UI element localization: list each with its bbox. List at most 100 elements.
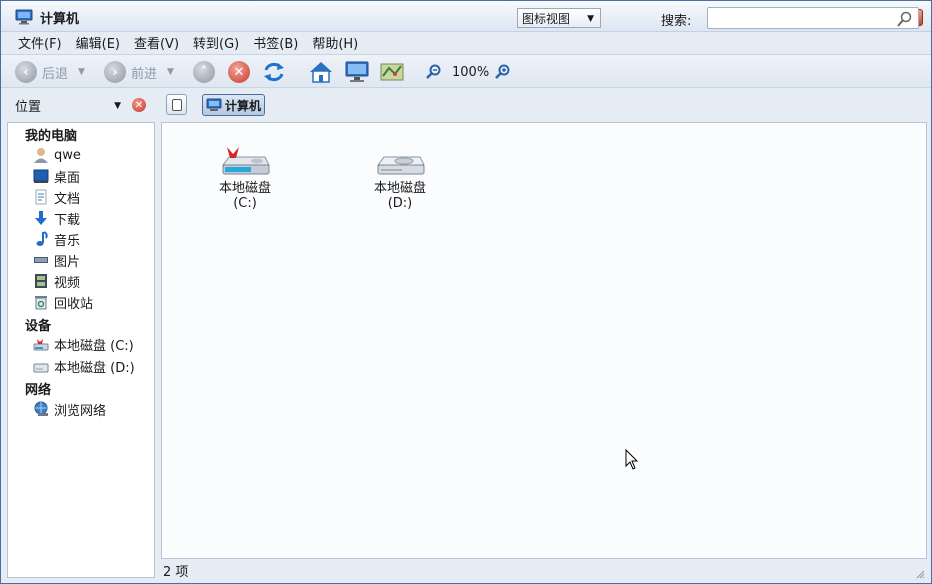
drive-c-item[interactable]: 本地磁盘 (C:) bbox=[200, 145, 290, 211]
breadcrumb-label: 计算机 bbox=[225, 98, 262, 113]
sidebar-heading-my-computer: 我的电脑 bbox=[25, 129, 78, 144]
sidebar-item-label: 桌面 bbox=[54, 170, 81, 186]
sidebar-item-videos[interactable]: 视频 bbox=[33, 271, 80, 291]
menu-bookmarks[interactable]: 书签(B) bbox=[246, 33, 305, 52]
chevron-down-icon: ▼ bbox=[114, 101, 121, 111]
reload-icon bbox=[264, 62, 284, 82]
sidebar-item-downloads[interactable]: 下载 bbox=[33, 208, 80, 228]
sidebar-item-label: 文档 bbox=[54, 191, 81, 207]
menu-edit[interactable]: 编辑(E) bbox=[69, 33, 127, 52]
drive-letter: (D:) bbox=[387, 196, 413, 211]
menu-help[interactable]: 帮助(H) bbox=[305, 33, 365, 52]
menu-view[interactable]: 查看(V) bbox=[127, 33, 186, 52]
back-arrow-icon: ‹ bbox=[15, 61, 37, 83]
network-globe-icon bbox=[34, 401, 48, 416]
search-icon[interactable] bbox=[897, 11, 913, 27]
chevron-down-icon: ▼ bbox=[587, 14, 594, 24]
up-button[interactable]: ˄ bbox=[193, 60, 215, 84]
resize-grip-icon[interactable] bbox=[915, 569, 925, 579]
hard-drive-icon bbox=[33, 363, 49, 373]
system-drive-icon bbox=[222, 147, 270, 175]
trash-icon bbox=[35, 296, 47, 310]
search-label: 搜索: bbox=[661, 14, 692, 29]
music-note-icon bbox=[36, 231, 48, 246]
computer-icon bbox=[15, 9, 33, 25]
forward-button[interactable]: › 前进 ▼ bbox=[104, 60, 174, 84]
back-label: 后退 bbox=[42, 66, 69, 82]
status-item-count: 2 项 bbox=[163, 565, 189, 580]
sidebar-item-label: 视频 bbox=[54, 275, 81, 291]
computer-button[interactable] bbox=[345, 60, 369, 84]
sidebar-item-trash[interactable]: 回收站 bbox=[33, 292, 93, 312]
file-manager-window: 计算机 ✕ 文件(F) 编辑(E) 查看(V) 转到(G) 书签(B) 帮助(H… bbox=[0, 0, 932, 584]
zoom-in-icon bbox=[495, 64, 510, 79]
sidebar-item-drive-d[interactable]: 本地磁盘 (D:) bbox=[33, 356, 135, 376]
search-input[interactable] bbox=[707, 7, 919, 29]
page-icon bbox=[172, 99, 182, 111]
view-mode-select[interactable]: 图标视图 ▼ bbox=[517, 8, 601, 28]
sidebar-item-label: 下载 bbox=[54, 212, 81, 228]
computer-icon bbox=[345, 61, 369, 82]
film-icon bbox=[35, 274, 47, 288]
sidebar-item-label: 图片 bbox=[54, 254, 81, 270]
desktop-icon bbox=[33, 169, 49, 183]
network-map-icon bbox=[380, 63, 404, 81]
drive-name: 本地磁盘 bbox=[218, 181, 271, 196]
mouse-cursor-icon bbox=[625, 449, 639, 470]
home-button[interactable] bbox=[309, 60, 333, 84]
back-dropdown-icon[interactable]: ▼ bbox=[78, 67, 85, 77]
sidebar: 我的电脑 qwe 桌面 文档 下载 音乐 图片 视频 回收站 设备 本地磁盘 (… bbox=[7, 122, 155, 578]
toggle-location-button[interactable] bbox=[166, 94, 187, 115]
drive-letter: (C:) bbox=[233, 196, 257, 211]
back-button[interactable]: ‹ 后退 ▼ bbox=[15, 60, 85, 84]
sidebar-item-browse-network[interactable]: 浏览网络 bbox=[33, 399, 106, 419]
sidebar-item-label: 音乐 bbox=[54, 233, 81, 249]
sidebar-item-home[interactable]: qwe bbox=[33, 145, 81, 165]
zoom-out-icon bbox=[426, 64, 441, 79]
sidebar-item-label: 回收站 bbox=[54, 296, 94, 312]
file-view[interactable]: 本地磁盘 (C:) 本地磁盘 (D:) bbox=[161, 122, 927, 559]
menu-file[interactable]: 文件(F) bbox=[11, 33, 69, 52]
picture-icon bbox=[34, 257, 48, 263]
document-icon bbox=[35, 189, 47, 205]
view-mode-value: 图标视图 bbox=[522, 11, 571, 26]
sidebar-heading-network: 网络 bbox=[25, 383, 52, 398]
menu-bar: 文件(F) 编辑(E) 查看(V) 转到(G) 书签(B) 帮助(H) bbox=[1, 32, 931, 52]
forward-dropdown-icon[interactable]: ▼ bbox=[167, 67, 174, 77]
up-arrow-icon: ˄ bbox=[193, 61, 215, 83]
stop-button[interactable]: ✕ bbox=[228, 60, 250, 84]
sidebar-item-drive-c[interactable]: 本地磁盘 (C:) bbox=[33, 334, 134, 354]
sidebar-item-desktop[interactable]: 桌面 bbox=[33, 166, 80, 186]
forward-arrow-icon: › bbox=[104, 61, 126, 83]
close-sidebar-icon[interactable]: ✕ bbox=[132, 98, 146, 112]
sidebar-item-label: 浏览网络 bbox=[54, 403, 107, 419]
breadcrumb-computer[interactable]: 计算机 bbox=[202, 94, 265, 116]
sidebar-item-label: 本地磁盘 (C:) bbox=[54, 338, 134, 354]
sidebar-item-label: qwe bbox=[54, 147, 81, 163]
sidebar-item-music[interactable]: 音乐 bbox=[33, 229, 80, 249]
computer-icon bbox=[206, 98, 222, 111]
system-drive-icon bbox=[33, 339, 49, 351]
download-icon bbox=[35, 211, 47, 225]
places-label: 位置 bbox=[15, 99, 42, 115]
zoom-level: 100% bbox=[452, 64, 490, 80]
menu-go[interactable]: 转到(G) bbox=[186, 33, 246, 52]
drive-d-item[interactable]: 本地磁盘 (D:) bbox=[355, 145, 445, 211]
zoom-in-button[interactable] bbox=[495, 60, 511, 84]
home-icon bbox=[310, 62, 332, 83]
sidebar-item-label: 本地磁盘 (D:) bbox=[54, 360, 135, 376]
sidebar-item-pictures[interactable]: 图片 bbox=[33, 250, 80, 270]
places-select[interactable]: 位置 ▼ bbox=[9, 93, 123, 117]
stop-icon: ✕ bbox=[228, 61, 250, 83]
zoom-out-button[interactable] bbox=[426, 60, 442, 84]
reload-button[interactable] bbox=[262, 60, 286, 84]
forward-label: 前进 bbox=[131, 66, 158, 82]
network-button[interactable] bbox=[380, 60, 404, 84]
toolbar: ‹ 后退 ▼ › 前进 ▼ ˄ ✕ 100% bbox=[1, 54, 931, 88]
sidebar-item-documents[interactable]: 文档 bbox=[33, 187, 80, 207]
user-icon bbox=[34, 148, 48, 163]
hard-drive-icon bbox=[377, 156, 425, 175]
drive-name: 本地磁盘 bbox=[373, 181, 426, 196]
sidebar-heading-devices: 设备 bbox=[25, 319, 52, 334]
window-title: 计算机 bbox=[40, 12, 80, 27]
